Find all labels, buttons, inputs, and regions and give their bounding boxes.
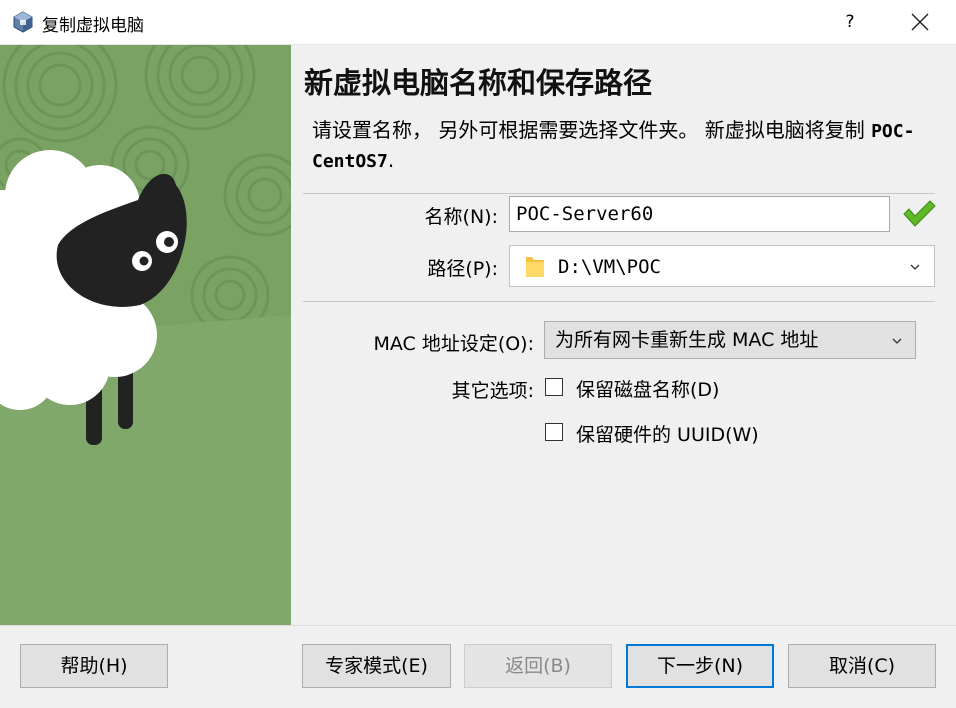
chevron-down-icon xyxy=(910,264,920,270)
keep-hardware-uuid-label[interactable]: 保留硬件的 UUID(W) xyxy=(576,420,759,447)
path-label: 路径(P): xyxy=(427,258,498,280)
keep-disk-names-checkbox[interactable] xyxy=(545,378,563,396)
keep-disk-names-label[interactable]: 保留磁盘名称(D) xyxy=(576,375,719,402)
title-bar: 复制虚拟电脑 ? xyxy=(0,0,956,45)
folder-icon xyxy=(526,257,544,277)
mac-policy-label: MAC 地址设定(O): xyxy=(373,333,534,355)
mac-policy-select[interactable]: 为所有网卡重新生成 MAC 地址 xyxy=(544,321,916,359)
other-options-label: 其它选项: xyxy=(451,380,534,402)
page-description: 请设置名称， 另外可根据需要选择文件夹。 新虚拟电脑将复制 POC-CentOS… xyxy=(312,116,932,176)
path-selector[interactable]: D:\VM\POC xyxy=(509,245,935,287)
close-button[interactable] xyxy=(896,0,944,44)
window-title: 复制虚拟电脑 xyxy=(42,16,144,36)
separator-top xyxy=(303,193,935,194)
sheep-illustration xyxy=(0,45,291,625)
mac-policy-value: 为所有网卡重新生成 MAC 地址 xyxy=(555,329,819,351)
help-button[interactable]: 帮助(H) xyxy=(20,644,168,688)
name-label: 名称(N): xyxy=(424,206,498,228)
valid-check-icon xyxy=(903,200,936,227)
page-title: 新虚拟电脑名称和保存路径 xyxy=(304,66,653,100)
back-button[interactable]: 返回(B) xyxy=(464,644,612,688)
keep-hardware-uuid-checkbox[interactable] xyxy=(545,423,563,441)
path-value: D:\VM\POC xyxy=(558,256,661,278)
next-button[interactable]: 下一步(N) xyxy=(626,644,774,688)
name-input[interactable]: POC-Server60 xyxy=(509,196,890,232)
close-icon xyxy=(911,13,929,31)
description-text: 请设置名称， 另外可根据需要选择文件夹。 新虚拟电脑将复制 xyxy=(312,118,872,142)
description-end: . xyxy=(387,148,395,172)
footer-divider xyxy=(0,625,956,626)
expert-mode-button[interactable]: 专家模式(E) xyxy=(302,644,451,688)
separator-middle xyxy=(303,301,935,302)
chevron-down-icon xyxy=(892,338,902,344)
help-title-button[interactable]: ? xyxy=(830,0,870,44)
cancel-button[interactable]: 取消(C) xyxy=(788,644,936,688)
virtualbox-icon xyxy=(13,11,33,33)
